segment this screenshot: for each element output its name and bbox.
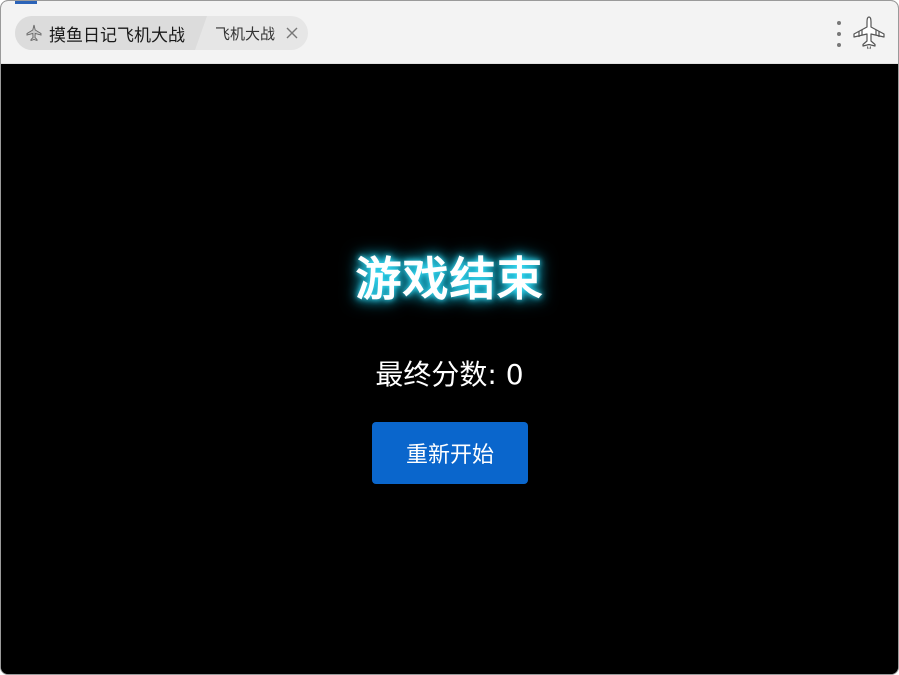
more-vertical-icon[interactable] [833, 21, 845, 47]
app-window: 摸鱼日记飞机大战 飞机大战 游戏结束 最终分数: 0 重新开始 [0, 0, 899, 675]
tab-game[interactable]: 飞机大战 [195, 16, 300, 50]
accent-strip [15, 1, 37, 4]
tab-app-main[interactable]: 摸鱼日记飞机大战 [15, 16, 207, 50]
fighter-jet-logo-icon [851, 15, 887, 51]
tab-app-main-label: 摸鱼日记飞机大战 [49, 25, 185, 46]
tab-strip: 摸鱼日记飞机大战 飞机大战 [15, 16, 309, 50]
restart-button[interactable]: 重新开始 [372, 422, 528, 484]
game-canvas: 游戏结束 最终分数: 0 重新开始 [1, 65, 898, 674]
close-icon[interactable] [284, 25, 300, 41]
tab-game-label: 飞机大战 [215, 24, 276, 43]
title-bar: 摸鱼日记飞机大战 飞机大战 [1, 1, 898, 64]
fighter-jet-icon [25, 24, 43, 42]
game-over-title: 游戏结束 [355, 252, 544, 306]
final-score-text: 最终分数: 0 [375, 358, 524, 391]
